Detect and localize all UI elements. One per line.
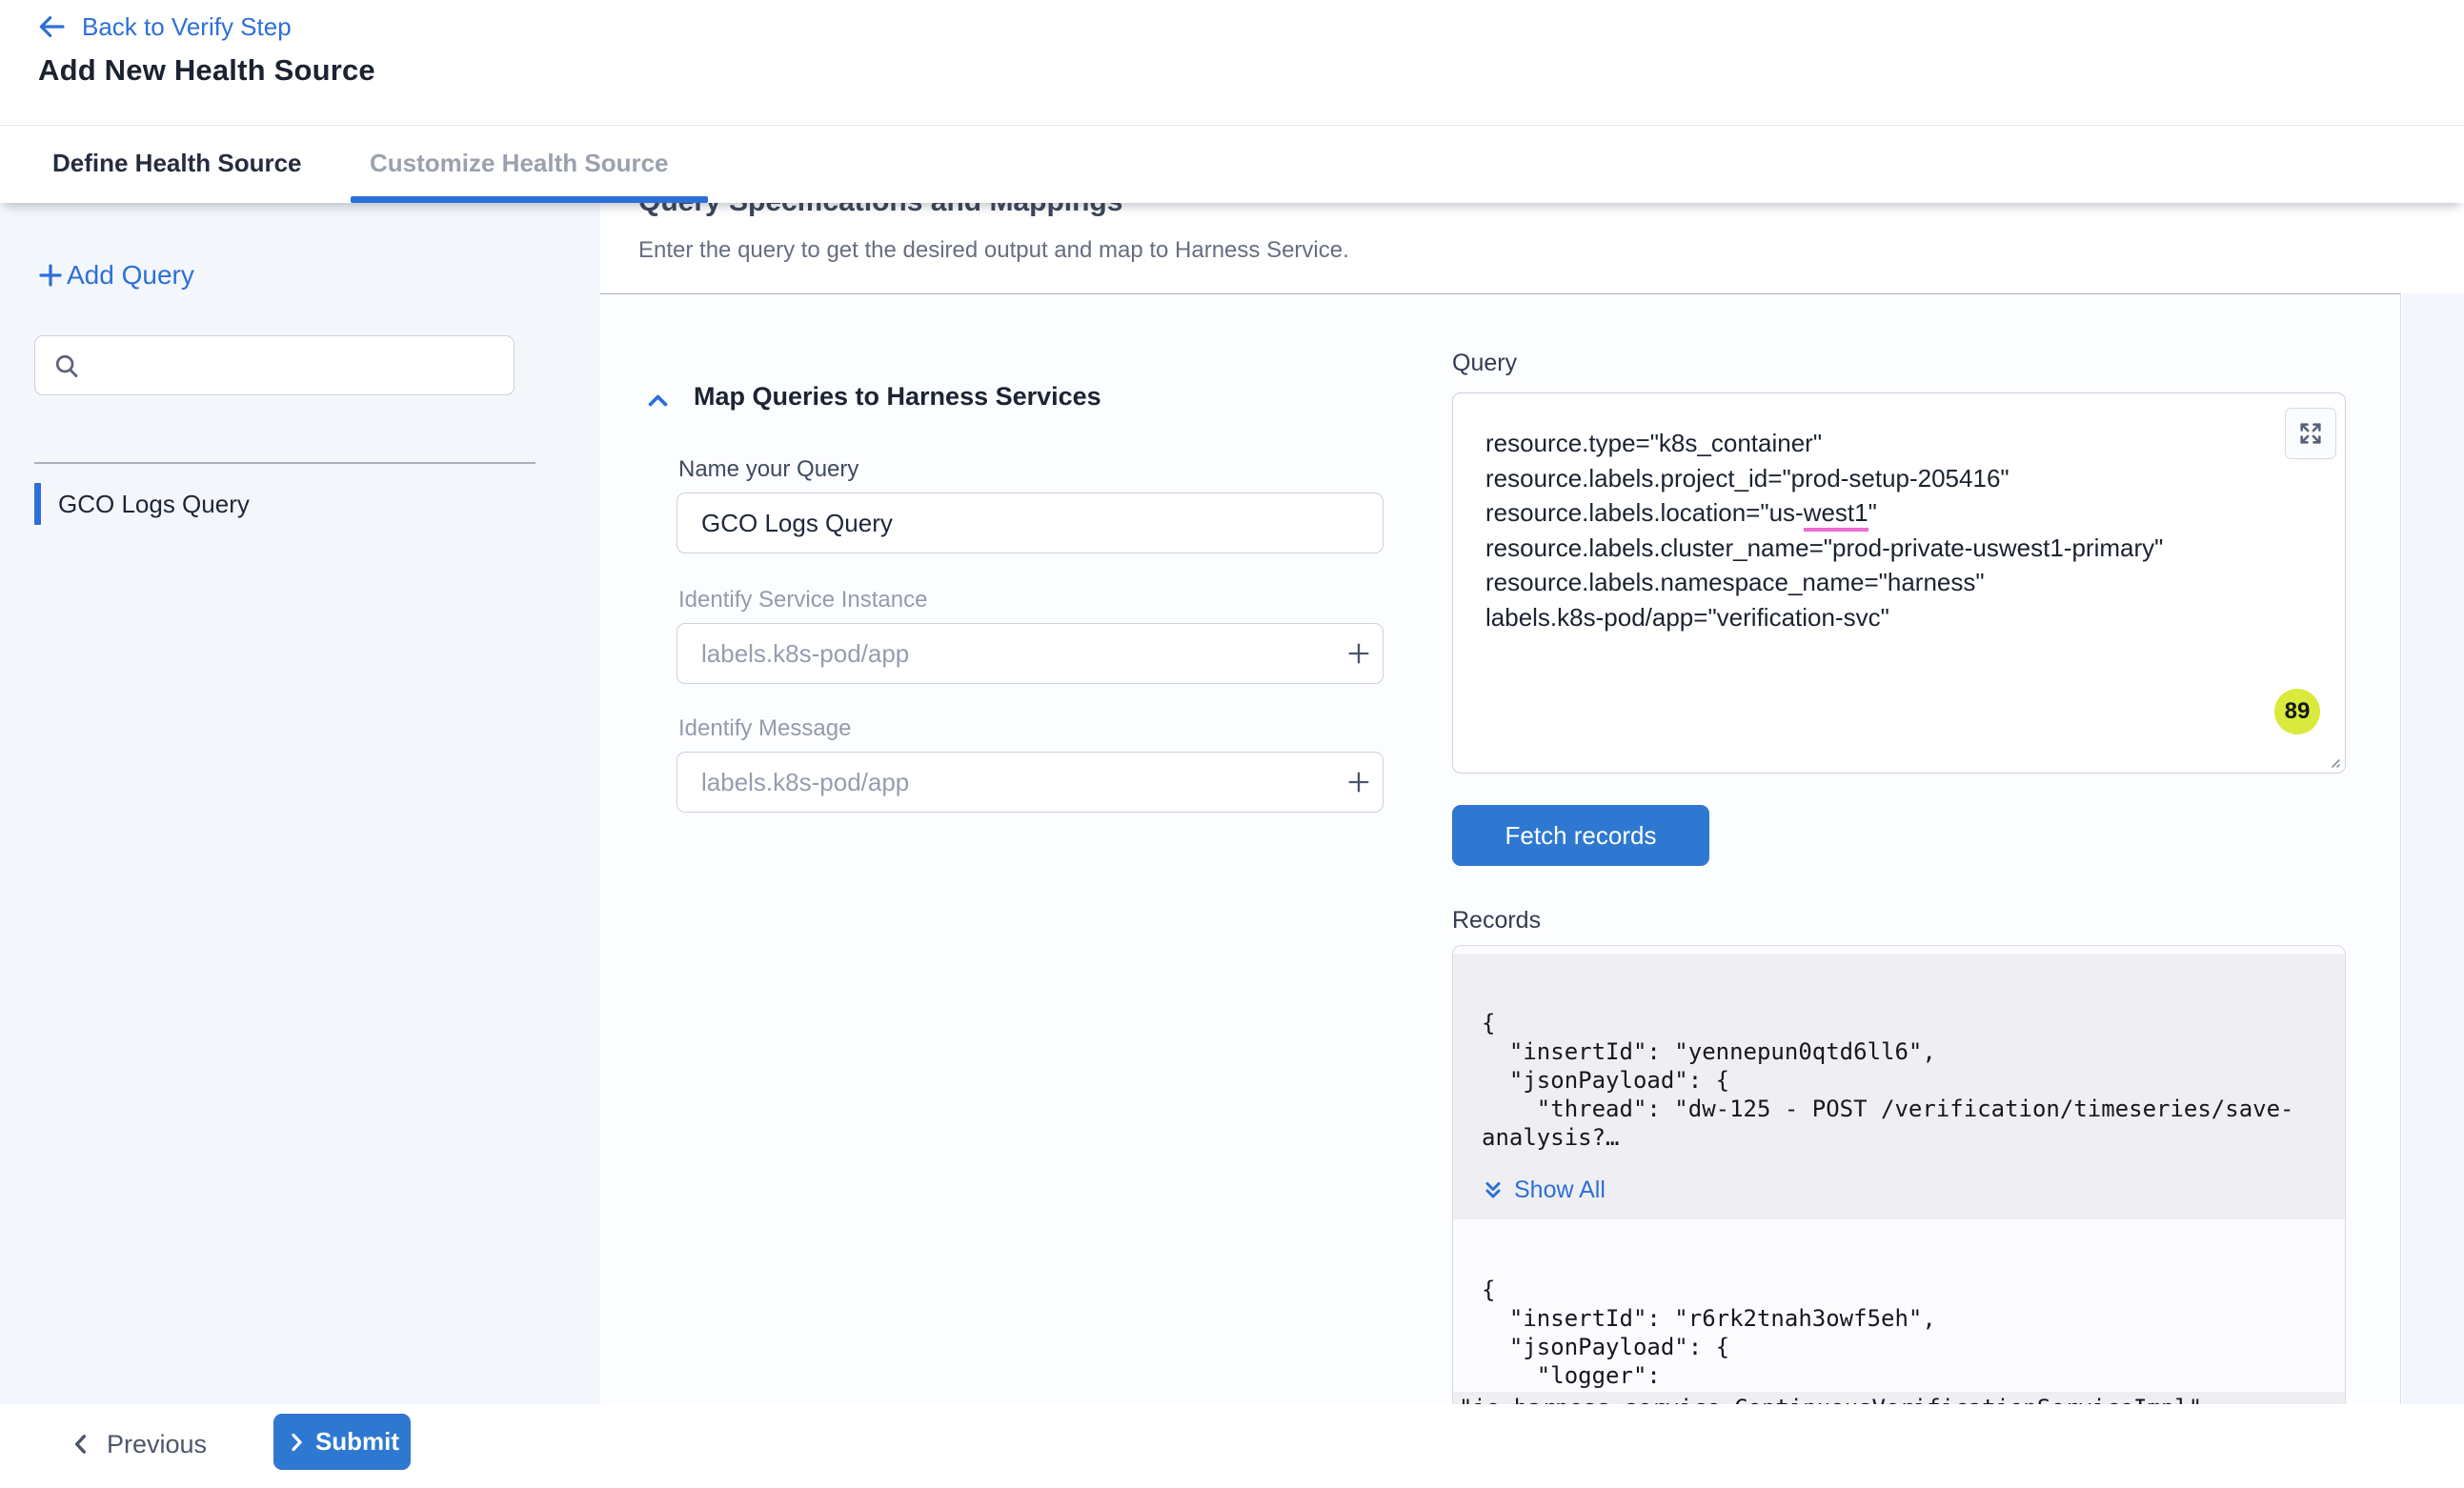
tab-customize-health-source[interactable]: Customize Health Source	[370, 149, 669, 178]
query-line: resource.labels.location="us-west1"	[1485, 495, 2278, 531]
query-search-box	[34, 335, 515, 395]
query-line: resource.type="k8s_container"	[1485, 426, 2278, 461]
record-2-clipped-line: "io.harness.service.ContinuousVerificati…	[1453, 1392, 2345, 1404]
main-area: Query Specifications and Mappings Enter …	[600, 203, 2464, 1404]
selected-query-indicator	[34, 483, 41, 525]
plus-icon	[36, 261, 65, 290]
add-health-source-page: Back to Verify Step Add New Health Sourc…	[0, 0, 2464, 1488]
add-query-label: Add Query	[67, 260, 194, 291]
map-queries-title: Map Queries to Harness Services	[694, 382, 1101, 412]
query-line: resource.labels.namespace_name="harness"	[1485, 565, 2278, 600]
records-panel: { "insertId": "yennepun0qtd6ll6", "jsonP…	[1452, 945, 2346, 1404]
query-label: Query	[1452, 350, 1517, 377]
name-query-input[interactable]	[677, 493, 1383, 553]
panel-right-margin	[2402, 293, 2464, 1404]
double-chevron-down-icon	[1482, 1179, 1505, 1202]
query-line: resource.labels.cluster_name="prod-priva…	[1485, 531, 2278, 566]
back-arrow-icon	[36, 11, 67, 42]
query-search-input[interactable]	[92, 336, 514, 394]
expand-query-button[interactable]	[2285, 408, 2336, 459]
name-query-label: Name your Query	[678, 456, 858, 483]
chevron-left-icon	[69, 1432, 93, 1457]
record-item-2[interactable]: { "insertId": "r6rk2tnah3owf5eh", "jsonP…	[1453, 1276, 1936, 1390]
query-sidebar: Add Query GCO Logs Query	[0, 203, 600, 1404]
submit-button[interactable]: Submit	[273, 1414, 411, 1470]
add-query-button[interactable]: Add Query	[36, 260, 194, 291]
back-link-label: Back to Verify Step	[82, 12, 292, 42]
add-service-instance-path-button[interactable]	[1338, 633, 1380, 674]
spellcheck-underline: west1	[1804, 498, 1868, 532]
query-item-label: GCO Logs Query	[58, 490, 250, 519]
add-message-path-button[interactable]	[1338, 761, 1380, 803]
service-instance-label: Identify Service Instance	[678, 587, 927, 613]
query-list-item-gco-logs[interactable]: GCO Logs Query	[34, 481, 568, 527]
chevron-right-icon	[285, 1431, 308, 1454]
submit-label: Submit	[315, 1427, 399, 1457]
query-input-area[interactable]: resource.type="k8s_container" resource.l…	[1452, 392, 2346, 774]
section-title: Query Specifications and Mappings	[638, 203, 1122, 218]
show-all-label: Show All	[1514, 1176, 1606, 1204]
page-title: Add New Health Source	[38, 53, 375, 88]
resize-handle[interactable]	[2326, 754, 2341, 769]
fetch-records-button[interactable]: Fetch records	[1452, 805, 1709, 866]
identify-message-input[interactable]	[677, 752, 1383, 813]
record-1-json: { "insertId": "yennepun0qtd6ll6", "jsonP…	[1482, 1009, 2326, 1152]
query-line: resource.labels.project_id="prod-setup-2…	[1485, 461, 2278, 496]
tab-define-health-source[interactable]: Define Health Source	[52, 149, 302, 178]
expand-icon	[2297, 420, 2324, 447]
query-line: labels.k8s-pod/app="verification-svc"	[1485, 600, 2278, 635]
chevron-up-icon[interactable]	[645, 388, 671, 413]
search-icon	[52, 352, 81, 380]
query-specifications-panel: Map Queries to Harness Services Name you…	[600, 293, 2401, 1404]
show-all-link[interactable]: Show All	[1482, 1176, 2326, 1204]
back-link[interactable]: Back to Verify Step	[36, 11, 292, 42]
identify-message-label: Identify Message	[678, 715, 851, 742]
active-tab-indicator	[351, 196, 708, 203]
footer-bar: Previous Submit	[0, 1404, 2464, 1488]
service-instance-input[interactable]	[677, 623, 1383, 684]
records-label: Records	[1452, 907, 1541, 935]
header: Back to Verify Step Add New Health Sourc…	[0, 0, 2464, 125]
previous-label: Previous	[107, 1430, 207, 1459]
previous-button[interactable]: Previous	[69, 1416, 207, 1473]
content-area: Add Query GCO Logs Query Query Specifica…	[0, 203, 2464, 1404]
char-count-badge: 89	[2274, 689, 2320, 734]
sidebar-divider	[34, 462, 535, 464]
record-item-1[interactable]: { "insertId": "yennepun0qtd6ll6", "jsonP…	[1453, 954, 2345, 1219]
tab-bar: Define Health Source Customize Health So…	[0, 125, 2464, 203]
section-subtitle: Enter the query to get the desired outpu…	[638, 237, 1349, 264]
